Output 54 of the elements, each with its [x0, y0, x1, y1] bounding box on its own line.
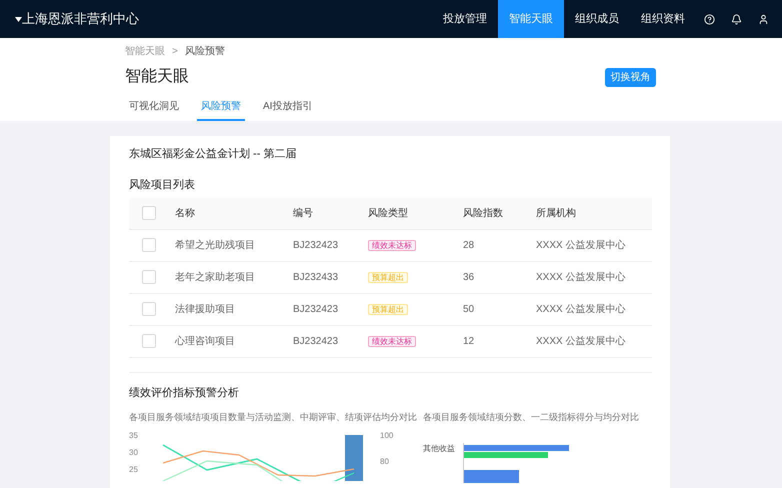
table-cell: 50	[463, 304, 474, 314]
chart-subtitle: 各项目服务领域结项分数、一二级指标得分与均分对比	[423, 411, 640, 424]
table-cell: 12	[463, 336, 474, 346]
breadcrumb-item: 风险预警	[184, 45, 225, 59]
table-cell: XXXX 公益发展中心	[536, 304, 626, 314]
table-cell: BJ232423	[293, 336, 338, 346]
axis-label: 80	[380, 456, 390, 466]
caret-icon[interactable]	[15, 16, 22, 22]
risk-tag: 预算超出	[368, 304, 408, 314]
nav-item[interactable]: 组织成员	[564, 0, 630, 38]
tab[interactable]: 可视化洞见	[125, 97, 183, 121]
breadcrumb-separator: >	[172, 45, 178, 59]
axis-label: 100	[380, 430, 394, 440]
table-cell: BJ232433	[293, 272, 338, 282]
nav-item[interactable]: 投放管理	[432, 0, 498, 38]
checkbox[interactable]	[142, 302, 156, 316]
nav-item[interactable]: 组织资料	[630, 0, 696, 38]
table-cell: 心理咨询项目	[175, 336, 235, 346]
axis-label: 30	[129, 448, 138, 458]
checkbox[interactable]	[142, 334, 156, 348]
risk-tag: 绩效未达标	[368, 240, 416, 250]
checkbox[interactable]	[142, 270, 156, 284]
user-icon[interactable]	[758, 14, 769, 24]
axis-label: 其他收益	[423, 442, 456, 454]
risk-tag: 预算超出	[368, 272, 408, 282]
table-cell: XXXX 公益发展中心	[536, 240, 626, 250]
risk-tag: 绩效未达标	[368, 336, 416, 346]
card-title: 东城区福彩金公益金计划 -- 第二届	[129, 146, 298, 162]
table-cell: 28	[463, 240, 474, 250]
bell-icon[interactable]	[731, 14, 742, 24]
column-header: 所属机构	[536, 208, 576, 219]
axis-label: 25	[129, 464, 138, 474]
table-cell: XXXX 公益发展中心	[536, 272, 626, 282]
column-header: 风险指数	[463, 208, 503, 219]
section-title: 绩效评价指标预警分析	[129, 386, 240, 400]
section-title: 风险项目列表	[129, 178, 196, 192]
table-cell: 老年之家助老项目	[175, 272, 255, 282]
table-cell: BJ232423	[293, 240, 338, 250]
table-cell: 希望之光助残项目	[175, 240, 255, 250]
table-cell: XXXX 公益发展中心	[536, 336, 626, 346]
column-header: 名称	[175, 208, 195, 219]
column-header: 编号	[293, 208, 313, 219]
table-cell: BJ232423	[293, 304, 338, 314]
tab[interactable]: AI投放指引	[259, 97, 316, 121]
page-title: 智能天眼	[125, 67, 189, 87]
checkbox[interactable]	[142, 238, 156, 252]
org-name: 上海恩派非营利中心	[22, 10, 139, 28]
chart-subtitle: 各项目服务领域结项项目数量与活动监测、中期评审、结项评估均分对比	[129, 411, 418, 424]
column-header: 风险类型	[368, 208, 408, 219]
checkbox[interactable]	[142, 206, 156, 220]
table-cell: 法律援助项目	[175, 304, 235, 314]
axis-label: 35	[129, 430, 138, 440]
help-icon[interactable]	[704, 14, 715, 24]
table-cell: 36	[463, 272, 474, 282]
